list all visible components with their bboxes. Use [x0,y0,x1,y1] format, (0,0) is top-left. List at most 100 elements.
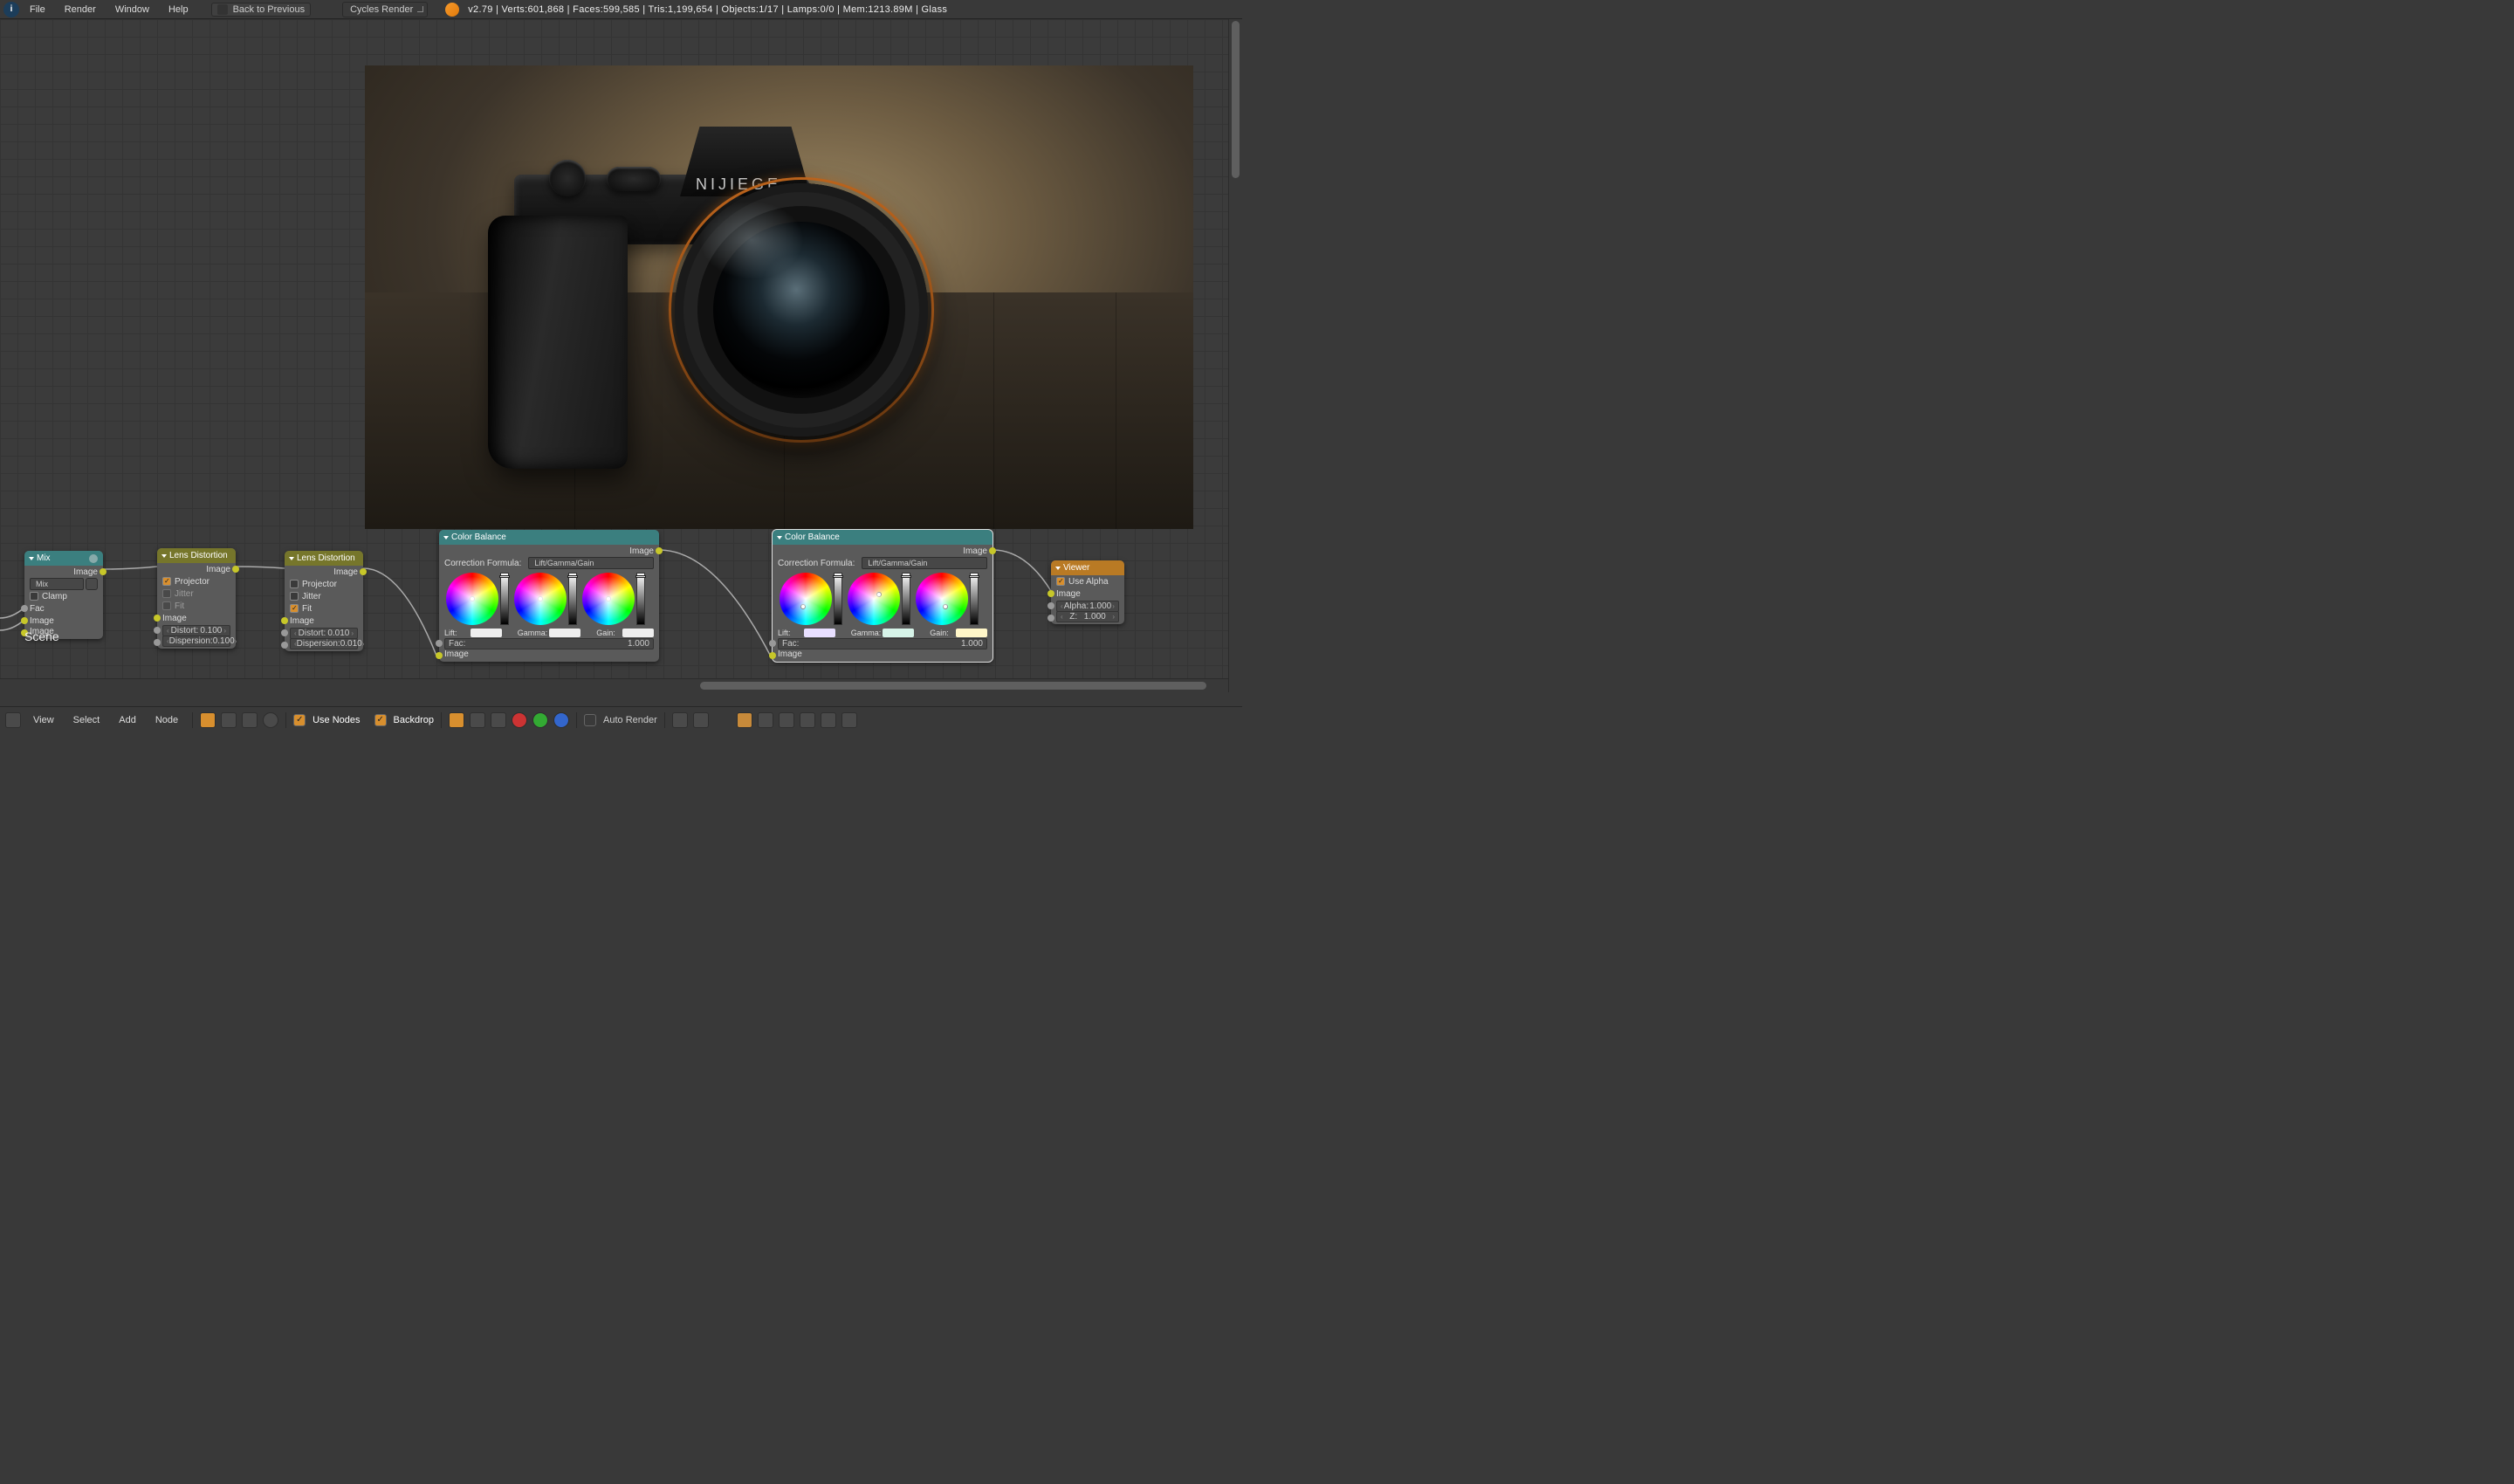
gain-colorwheel[interactable] [916,573,968,625]
input-socket[interactable] [154,627,161,634]
input-socket[interactable] [1048,615,1054,622]
output-socket[interactable] [656,547,663,554]
node-lens-distortion-1[interactable]: Lens Distortion Image Projector Jitter F… [157,548,236,649]
jitter-checkbox[interactable] [290,592,299,601]
gain-swatch[interactable] [956,629,987,637]
zoom-in-icon[interactable] [800,712,815,728]
z-field[interactable]: ‹Z:1.000› [1056,611,1119,622]
output-socket[interactable] [989,547,996,554]
lift-colorwheel[interactable] [446,573,498,625]
horizontal-scrollbar[interactable] [0,678,1228,692]
gamma-swatch[interactable] [549,629,580,637]
gain-colorwheel[interactable] [582,573,635,625]
output-socket[interactable] [100,568,106,575]
gain-swatch[interactable] [622,629,654,637]
tree-type-world-icon[interactable] [263,712,278,728]
input-socket[interactable] [281,629,288,636]
output-socket[interactable] [232,566,239,573]
gain-value-slider[interactable] [970,573,979,625]
input-socket[interactable] [1048,590,1054,597]
output-socket[interactable] [360,568,367,575]
tree-type-shader-icon[interactable] [200,712,216,728]
projector-checkbox[interactable] [290,580,299,588]
backdrop-checkbox[interactable] [374,714,387,726]
gamma-swatch[interactable] [883,629,914,637]
dispersion-field[interactable]: ‹Dispersion:0.100› [162,636,230,647]
zoom-out-icon[interactable] [821,712,836,728]
projector-checkbox[interactable] [162,577,171,586]
info-icon[interactable]: i [3,2,19,17]
menu-add[interactable]: Add [112,712,143,728]
menu-window[interactable]: Window [106,2,158,17]
input-socket[interactable] [281,617,288,624]
render-engine-dropdown[interactable]: Cycles Render [342,2,428,17]
fac-field[interactable]: Fac:1.000 [444,638,654,649]
fit-checkbox[interactable] [290,604,299,613]
alpha-field[interactable]: ‹Alpha:1.000› [1056,601,1119,612]
vertical-scrollbar[interactable] [1228,19,1242,692]
zoom-fit-icon[interactable] [779,712,794,728]
fac-field[interactable]: Fac:1.000 [778,638,987,649]
formula-dropdown[interactable]: Lift/Gamma/Gain [528,557,654,569]
clamp-checkbox[interactable] [30,592,38,601]
distort-field[interactable]: ‹Distort:0.010› [290,628,358,639]
input-socket[interactable] [1048,602,1054,609]
paste-icon[interactable] [758,712,773,728]
menu-help[interactable]: Help [160,2,197,17]
channel-r-icon[interactable] [512,712,527,728]
input-socket[interactable] [154,639,161,646]
node-lens-distortion-2[interactable]: Lens Distortion Image Projector Jitter F… [285,551,363,651]
channel-color-icon[interactable] [449,712,464,728]
gamma-colorwheel[interactable] [514,573,567,625]
use-alpha-checkbox[interactable] [1056,577,1065,586]
editor-type-icon[interactable] [5,712,21,728]
lift-value-slider[interactable] [500,573,509,625]
lift-value-slider[interactable] [834,573,842,625]
back-to-previous-button[interactable]: Back to Previous [211,3,312,17]
menu-select[interactable]: Select [66,712,107,728]
copy-icon[interactable] [737,712,752,728]
input-socket[interactable] [281,642,288,649]
lift-colorwheel[interactable] [780,573,832,625]
dispersion-field[interactable]: ‹Dispersion:0.010› [290,638,358,649]
gamma-value-slider[interactable] [902,573,910,625]
fit-checkbox[interactable] [162,601,171,610]
channel-g-icon[interactable] [532,712,548,728]
snap-icon[interactable] [672,712,688,728]
node-mix[interactable]: Mix Image Mix Clamp Fac Image Image [24,551,103,639]
gain-value-slider[interactable] [636,573,645,625]
menu-render[interactable]: Render [56,2,105,17]
channel-alpha-icon[interactable] [470,712,485,728]
lift-swatch[interactable] [804,629,835,637]
menu-file[interactable]: File [21,2,54,17]
formula-dropdown[interactable]: Lift/Gamma/Gain [862,557,987,569]
blend-mode-dropdown[interactable]: Mix [30,578,84,590]
menu-node[interactable]: Node [148,712,185,728]
input-socket[interactable] [21,605,28,612]
input-socket[interactable] [154,615,161,622]
input-socket[interactable] [769,652,776,659]
channel-b-icon[interactable] [553,712,569,728]
menu-view[interactable]: View [26,712,61,728]
auto-render-checkbox[interactable] [584,714,596,726]
move-icon[interactable] [841,712,857,728]
tree-type-texture-icon[interactable] [242,712,258,728]
color-picker-icon[interactable] [86,578,98,590]
node-color-balance-2[interactable]: Color Balance Image Correction Formula:L… [773,530,993,662]
input-socket[interactable] [436,652,443,659]
pin-icon[interactable] [693,712,709,728]
input-socket[interactable] [436,640,443,647]
node-viewer[interactable]: Viewer Use Alpha Image ‹Alpha:1.000› ‹Z:… [1051,560,1124,624]
distort-field[interactable]: ‹Distort:0.100› [162,625,230,636]
input-socket[interactable] [769,640,776,647]
use-nodes-checkbox[interactable] [293,714,306,726]
node-color-balance-1[interactable]: Color Balance Image Correction Formula:L… [439,530,659,662]
gamma-colorwheel[interactable] [848,573,900,625]
gamma-value-slider[interactable] [568,573,577,625]
node-editor-viewport[interactable]: NIJIEGE Mix Image Mix Clamp Fac Image Im… [0,19,1242,692]
lift-swatch[interactable] [471,629,502,637]
tree-type-compositing-icon[interactable] [221,712,237,728]
jitter-checkbox[interactable] [162,589,171,598]
input-socket[interactable] [21,617,28,624]
channel-z-icon[interactable] [491,712,506,728]
